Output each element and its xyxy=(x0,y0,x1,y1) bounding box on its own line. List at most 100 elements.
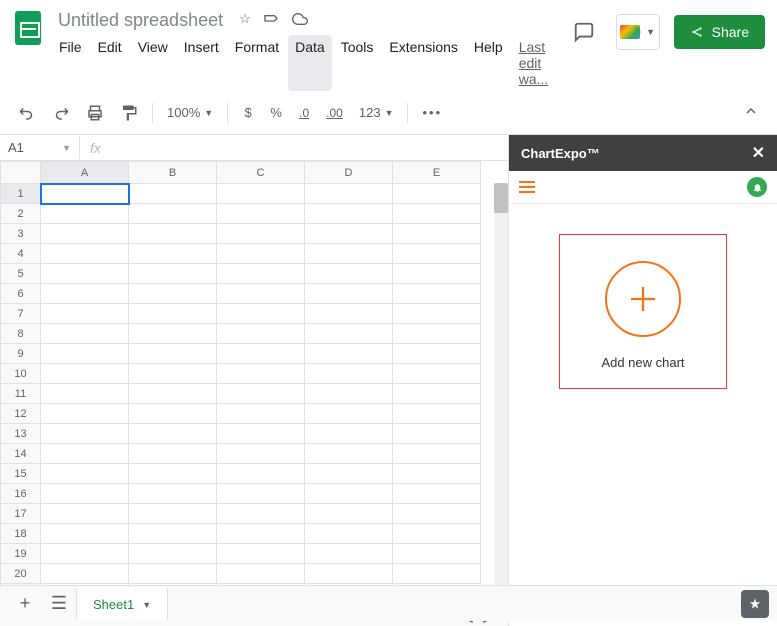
cell-A5[interactable] xyxy=(41,264,129,284)
decrease-decimal-button[interactable]: .0 xyxy=(292,100,316,126)
print-button[interactable] xyxy=(80,98,110,128)
cloud-icon[interactable] xyxy=(291,11,309,30)
cell-E1[interactable] xyxy=(393,184,481,204)
cell-E2[interactable] xyxy=(393,204,481,224)
move-icon[interactable] xyxy=(263,11,279,30)
cell-B20[interactable] xyxy=(129,564,217,584)
add-new-chart-button[interactable]: Add new chart xyxy=(559,234,727,389)
menu-data[interactable]: Data xyxy=(288,35,332,91)
col-header-E[interactable]: E xyxy=(393,162,481,184)
row-header-5[interactable]: 5 xyxy=(1,264,41,284)
cell-E16[interactable] xyxy=(393,484,481,504)
cell-C15[interactable] xyxy=(217,464,305,484)
cell-C14[interactable] xyxy=(217,444,305,464)
menu-format[interactable]: Format xyxy=(228,35,286,91)
cell-A11[interactable] xyxy=(41,384,129,404)
row-header-6[interactable]: 6 xyxy=(1,284,41,304)
cell-C12[interactable] xyxy=(217,404,305,424)
cell-A18[interactable] xyxy=(41,524,129,544)
menu-extensions[interactable]: Extensions xyxy=(382,35,464,91)
cell-B15[interactable] xyxy=(129,464,217,484)
menu-insert[interactable]: Insert xyxy=(177,35,226,91)
cell-A1[interactable] xyxy=(41,184,129,204)
row-header-3[interactable]: 3 xyxy=(1,224,41,244)
cell-D6[interactable] xyxy=(305,284,393,304)
cell-D18[interactable] xyxy=(305,524,393,544)
cell-D16[interactable] xyxy=(305,484,393,504)
cell-B6[interactable] xyxy=(129,284,217,304)
number-format-dropdown[interactable]: 123▼ xyxy=(353,101,400,124)
col-header-D[interactable]: D xyxy=(305,162,393,184)
cell-A7[interactable] xyxy=(41,304,129,324)
cell-C6[interactable] xyxy=(217,284,305,304)
cell-C8[interactable] xyxy=(217,324,305,344)
cell-E13[interactable] xyxy=(393,424,481,444)
cell-A12[interactable] xyxy=(41,404,129,424)
collapse-toolbar-button[interactable] xyxy=(737,97,765,128)
row-header-14[interactable]: 14 xyxy=(1,444,41,464)
cell-E8[interactable] xyxy=(393,324,481,344)
name-box[interactable]: A1▼ xyxy=(0,136,80,159)
cell-B12[interactable] xyxy=(129,404,217,424)
cell-D5[interactable] xyxy=(305,264,393,284)
cell-B3[interactable] xyxy=(129,224,217,244)
cell-E19[interactable] xyxy=(393,544,481,564)
cell-C19[interactable] xyxy=(217,544,305,564)
cell-C9[interactable] xyxy=(217,344,305,364)
add-sheet-button[interactable]: + xyxy=(8,587,42,621)
cell-E18[interactable] xyxy=(393,524,481,544)
cell-E9[interactable] xyxy=(393,344,481,364)
cell-E4[interactable] xyxy=(393,244,481,264)
cell-D7[interactable] xyxy=(305,304,393,324)
cell-D20[interactable] xyxy=(305,564,393,584)
cell-C17[interactable] xyxy=(217,504,305,524)
cell-D2[interactable] xyxy=(305,204,393,224)
cell-C5[interactable] xyxy=(217,264,305,284)
cell-B17[interactable] xyxy=(129,504,217,524)
last-edit-link[interactable]: Last edit wa... xyxy=(512,35,566,91)
cell-B4[interactable] xyxy=(129,244,217,264)
cell-C4[interactable] xyxy=(217,244,305,264)
row-header-9[interactable]: 9 xyxy=(1,344,41,364)
cell-B18[interactable] xyxy=(129,524,217,544)
cell-A15[interactable] xyxy=(41,464,129,484)
document-title[interactable]: Untitled spreadsheet xyxy=(52,8,229,33)
cell-C11[interactable] xyxy=(217,384,305,404)
row-header-10[interactable]: 10 xyxy=(1,364,41,384)
row-header-16[interactable]: 16 xyxy=(1,484,41,504)
menu-tools[interactable]: Tools xyxy=(334,35,381,91)
cell-A10[interactable] xyxy=(41,364,129,384)
close-sidebar-button[interactable]: ✕ xyxy=(752,143,765,163)
cell-D9[interactable] xyxy=(305,344,393,364)
cell-C7[interactable] xyxy=(217,304,305,324)
cell-D19[interactable] xyxy=(305,544,393,564)
hamburger-icon[interactable] xyxy=(519,181,535,193)
more-options-button[interactable]: ••• xyxy=(416,99,448,126)
cell-A3[interactable] xyxy=(41,224,129,244)
star-icon[interactable]: ☆ xyxy=(239,11,251,30)
cell-B1[interactable] xyxy=(129,184,217,204)
cell-A16[interactable] xyxy=(41,484,129,504)
menu-edit[interactable]: Edit xyxy=(91,35,129,91)
cell-B14[interactable] xyxy=(129,444,217,464)
cell-A20[interactable] xyxy=(41,564,129,584)
row-header-11[interactable]: 11 xyxy=(1,384,41,404)
cell-B16[interactable] xyxy=(129,484,217,504)
cell-D11[interactable] xyxy=(305,384,393,404)
cell-A19[interactable] xyxy=(41,544,129,564)
cell-B9[interactable] xyxy=(129,344,217,364)
cell-E10[interactable] xyxy=(393,364,481,384)
cell-A2[interactable] xyxy=(41,204,129,224)
cell-E6[interactable] xyxy=(393,284,481,304)
cell-B7[interactable] xyxy=(129,304,217,324)
menu-file[interactable]: File xyxy=(52,35,89,91)
sheets-logo[interactable] xyxy=(8,8,48,48)
explore-button[interactable] xyxy=(741,590,769,618)
col-header-C[interactable]: C xyxy=(217,162,305,184)
spreadsheet-grid[interactable]: ABCDE12345678910111213141516171819202122 xyxy=(0,161,508,612)
cell-B10[interactable] xyxy=(129,364,217,384)
row-header-17[interactable]: 17 xyxy=(1,504,41,524)
cell-B8[interactable] xyxy=(129,324,217,344)
cell-D8[interactable] xyxy=(305,324,393,344)
cell-E5[interactable] xyxy=(393,264,481,284)
